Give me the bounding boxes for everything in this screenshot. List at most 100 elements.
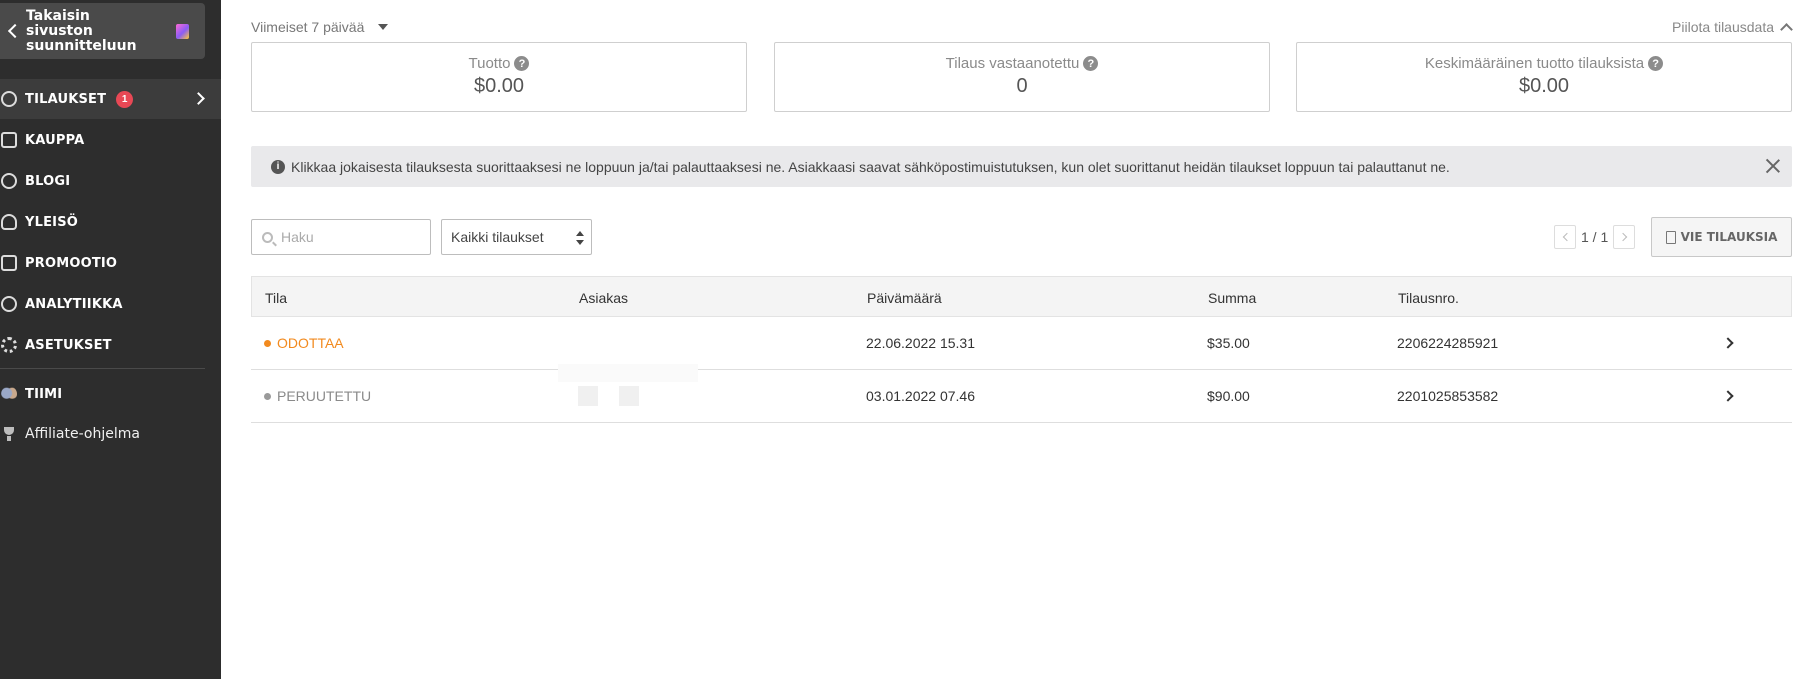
caret-down-icon — [378, 24, 389, 30]
back-button-label: Takaisin sivuston suunnitteluun — [26, 7, 137, 54]
chevron-right-icon[interactable] — [1722, 390, 1734, 402]
sidebar-item-label: YLEISÖ — [25, 214, 79, 230]
period-label: Viimeiset 7 päivää — [251, 19, 365, 35]
audience-icon — [1, 214, 17, 230]
status-pending: ODOTTAA — [264, 335, 344, 351]
chevron-left-icon — [1562, 232, 1572, 242]
export-orders-button[interactable]: VIE TILAUKSIA — [1651, 217, 1792, 257]
info-icon: i — [271, 159, 285, 174]
sidebar-item-label: TIIMI — [25, 386, 63, 402]
store-icon — [1, 132, 17, 148]
orders-main: Viimeiset 7 päivää Piilota tilausdata Tu… — [251, 0, 1797, 679]
sidebar-item-promotion[interactable]: PROMOOTIO — [0, 243, 221, 283]
select-arrows-icon — [576, 231, 584, 245]
gear-icon — [1, 337, 17, 353]
sidebar-divider — [0, 368, 205, 369]
sidebar-item-label: TILAUKSET — [25, 91, 107, 107]
table-header: Tila Asiakas Päivämäärä Summa Tilausnro. — [251, 276, 1792, 317]
info-banner: i Klikkaa jokaisesta tilauksesta suoritt… — [251, 146, 1792, 187]
quill-icon — [1, 173, 17, 189]
search-field[interactable] — [251, 219, 431, 255]
status-dot — [264, 392, 271, 400]
column-header-sum[interactable]: Summa — [1208, 277, 1256, 318]
previous-page-button[interactable] — [1554, 225, 1576, 249]
megaphone-icon — [1, 255, 17, 271]
pagination: 1 / 1 — [1554, 224, 1636, 250]
stat-value: 0 — [1016, 75, 1028, 97]
stat-label: Tuotto — [468, 55, 511, 72]
table-row[interactable]: PERUUTETTU 03.01.2022 07.46 $90.00 22010… — [251, 364, 1792, 423]
orders-table: Tila Asiakas Päivämäärä Summa Tilausnro.… — [251, 276, 1792, 423]
sidebar-item-settings[interactable]: ASETUKSET — [0, 325, 221, 365]
chevron-right-icon — [192, 92, 205, 105]
stat-label-row: Tuotto? — [252, 55, 746, 72]
orders-count-badge: 1 — [116, 90, 134, 108]
status-cell: PERUUTETTU — [264, 370, 371, 422]
period-dropdown[interactable]: Viimeiset 7 päivää — [251, 19, 389, 35]
sidebar-item-label: PROMOOTIO — [25, 255, 118, 271]
table-row[interactable]: ODOTTAA 22.06.2022 15.31 $35.00 22062242… — [251, 317, 1792, 370]
dollar-icon — [1, 91, 17, 107]
help-icon[interactable]: ? — [1648, 56, 1664, 71]
sidebar-item-label: Affiliate-ohjelma — [25, 426, 140, 442]
chevron-up-icon — [1780, 22, 1793, 36]
next-page-button[interactable] — [1613, 225, 1636, 249]
help-icon[interactable]: ? — [1083, 56, 1099, 71]
sidebar-item-label: ASETUKSET — [25, 337, 112, 353]
chevron-left-icon — [7, 23, 23, 39]
status-cell: ODOTTAA — [264, 317, 344, 369]
export-label: VIE TILAUKSIA — [1680, 230, 1778, 244]
sidebar-item-audience[interactable]: YLEISÖ — [0, 202, 221, 242]
sidebar-item-team[interactable]: TIIMI — [0, 374, 221, 414]
team-avatars-icon — [1, 386, 17, 402]
sidebar-item-label: BLOGI — [25, 173, 71, 189]
column-header-order-number[interactable]: Tilausnro. — [1398, 277, 1459, 318]
stat-label: Tilaus vastaanotettu — [945, 55, 1080, 72]
sidebar-item-analytics[interactable]: ANALYTIIKKA — [0, 284, 221, 324]
sidebar-item-affiliate[interactable]: Affiliate-ohjelma — [0, 414, 221, 454]
date-cell: 03.01.2022 07.46 — [866, 388, 975, 404]
search-input[interactable] — [281, 229, 421, 245]
back-to-site-design-button[interactable]: Takaisin sivuston suunnitteluun — [0, 3, 205, 59]
column-header-status[interactable]: Tila — [265, 277, 287, 318]
site-icon — [176, 23, 189, 39]
page-indicator: 1 / 1 — [1581, 229, 1609, 245]
sidebar: Takaisin sivuston suunnitteluun TILAUKSE… — [0, 0, 221, 679]
status-cancelled: PERUUTETTU — [264, 388, 371, 404]
customer-cell — [578, 370, 660, 422]
sidebar-item-orders[interactable]: TILAUKSET 1 — [0, 79, 221, 119]
status-text: PERUUTETTU — [277, 388, 372, 404]
order-number-cell: 2206224285921 — [1397, 335, 1499, 351]
stat-value: $0.00 — [473, 75, 525, 97]
sidebar-item-blog[interactable]: BLOGI — [0, 161, 221, 201]
sidebar-item-label: ANALYTIIKKA — [25, 296, 123, 312]
help-icon[interactable]: ? — [514, 56, 530, 71]
chevron-right-icon — [1619, 232, 1628, 242]
stat-value: $0.00 — [1518, 75, 1570, 97]
status-text: ODOTTAA — [277, 335, 344, 351]
stat-card-revenue: Tuotto? $0.00 — [251, 42, 747, 112]
column-header-date[interactable]: Päivämäärä — [867, 277, 942, 318]
pie-chart-icon — [1, 296, 17, 312]
date-cell: 22.06.2022 15.31 — [866, 335, 975, 351]
sidebar-item-store[interactable]: KAUPPA — [0, 120, 221, 160]
redacted-customer-block — [619, 386, 639, 406]
search-icon — [262, 231, 273, 243]
stat-label-row: Tilaus vastaanotettu? — [775, 55, 1269, 72]
close-icon[interactable] — [1764, 157, 1782, 175]
info-message: Klikkaa jokaisesta tilauksesta suorittaa… — [291, 158, 1450, 175]
stat-card-orders-received: Tilaus vastaanotettu? 0 — [774, 42, 1270, 112]
stat-card-average-revenue: Keskimääräinen tuotto tilauksista? $0.00 — [1296, 42, 1792, 112]
column-header-customer[interactable]: Asiakas — [579, 277, 628, 318]
hide-data-label: Piilota tilausdata — [1672, 19, 1774, 35]
order-filter-value: Kaikki tilaukset — [451, 229, 544, 245]
sum-cell: $35.00 — [1207, 335, 1250, 351]
stat-label: Keskimääräinen tuotto tilauksista — [1424, 55, 1645, 72]
sum-cell: $90.00 — [1207, 388, 1250, 404]
hide-order-data-toggle[interactable]: Piilota tilausdata — [1672, 19, 1793, 36]
status-dot — [264, 339, 271, 347]
order-filter-select[interactable]: Kaikki tilaukset — [441, 219, 592, 255]
chevron-right-icon[interactable] — [1722, 337, 1734, 349]
document-icon — [1665, 230, 1676, 244]
sidebar-item-label: KAUPPA — [25, 132, 85, 148]
